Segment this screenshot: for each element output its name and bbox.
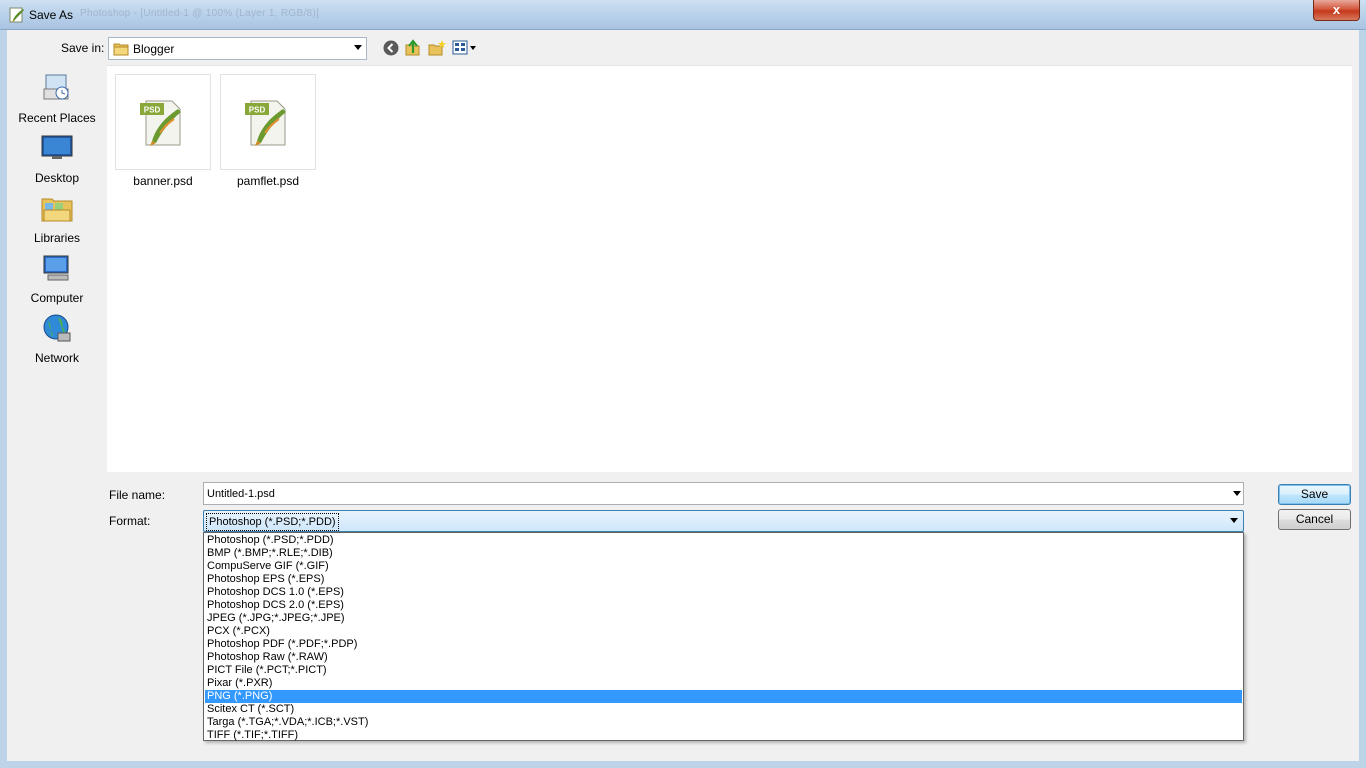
place-label: Network bbox=[34, 351, 79, 365]
format-option[interactable]: PICT File (*.PCT;*.PICT) bbox=[205, 664, 1242, 677]
format-option[interactable]: Pixar (*.PXR) bbox=[205, 677, 1242, 690]
divider bbox=[460, 742, 906, 743]
network-icon bbox=[43, 314, 71, 342]
format-selected-value: Photoshop (*.PSD;*.PDD) bbox=[206, 513, 339, 531]
file-list-view[interactable]: PSD banner.psd PSD pamflet.psd bbox=[107, 65, 1352, 472]
folder-icon bbox=[113, 43, 129, 56]
place-desktop[interactable]: Desktop bbox=[7, 133, 107, 189]
format-option[interactable]: Scitex CT (*.SCT) bbox=[205, 703, 1242, 716]
window-ghost-title: Photoshop - [Untitled-1 @ 100% (Layer 1,… bbox=[80, 8, 320, 19]
chevron-down-icon bbox=[1230, 518, 1238, 523]
format-select[interactable]: Photoshop (*.PSD;*.PDD) bbox=[203, 510, 1244, 532]
file-name: banner.psd bbox=[133, 174, 193, 188]
photoshop-app-icon bbox=[9, 7, 24, 23]
format-option[interactable]: BMP (*.BMP;*.RLE;*.DIB) bbox=[205, 547, 1242, 560]
up-folder-icon[interactable] bbox=[404, 39, 422, 57]
file-thumbnail: PSD bbox=[115, 74, 211, 170]
format-option[interactable]: Photoshop PDF (*.PDF;*.PDP) bbox=[205, 638, 1242, 651]
window-title: Save As bbox=[29, 8, 74, 22]
title-bar: Save As Photoshop - [Untitled-1 @ 100% (… bbox=[0, 0, 1366, 30]
chevron-down-icon[interactable] bbox=[1233, 491, 1241, 496]
view-menu-icon[interactable] bbox=[452, 39, 478, 57]
file-item[interactable]: PSD pamflet.psd bbox=[220, 74, 316, 194]
save-button[interactable]: Save bbox=[1278, 484, 1351, 505]
back-icon[interactable] bbox=[382, 39, 400, 57]
place-label: Computer bbox=[30, 291, 84, 305]
file-badge: PSD bbox=[144, 106, 161, 115]
format-option[interactable]: Photoshop (*.PSD;*.PDD) bbox=[205, 534, 1242, 547]
file-badge: PSD bbox=[249, 106, 266, 115]
libraries-icon bbox=[41, 198, 73, 222]
recent-places-icon bbox=[43, 74, 69, 100]
place-label: Desktop bbox=[34, 171, 80, 185]
format-option[interactable]: Targa (*.TGA;*.VDA;*.ICB;*.VST) bbox=[205, 716, 1242, 729]
format-option[interactable]: PCX (*.PCX) bbox=[205, 625, 1242, 638]
place-computer[interactable]: Computer bbox=[7, 253, 107, 309]
file-name-label: File name: bbox=[109, 488, 166, 502]
place-label: Recent Places bbox=[18, 111, 96, 125]
format-option[interactable]: TIFF (*.TIF;*.TIFF) bbox=[205, 729, 1242, 742]
cancel-button[interactable]: Cancel bbox=[1278, 509, 1351, 530]
format-option[interactable]: Photoshop EPS (*.EPS) bbox=[205, 573, 1242, 586]
save-in-label: Save in: bbox=[61, 41, 105, 55]
format-option[interactable]: Photoshop DCS 2.0 (*.EPS) bbox=[205, 599, 1242, 612]
save-in-combo[interactable]: Blogger bbox=[108, 37, 367, 60]
file-item[interactable]: PSD banner.psd bbox=[115, 74, 211, 194]
file-name: pamflet.psd bbox=[236, 174, 300, 188]
place-libraries[interactable]: Libraries bbox=[7, 193, 107, 249]
chevron-down-icon bbox=[354, 45, 362, 50]
new-folder-icon[interactable] bbox=[428, 39, 446, 57]
file-name-input[interactable] bbox=[203, 482, 1244, 505]
format-option[interactable]: JPEG (*.JPG;*.JPEG;*.JPE) bbox=[205, 612, 1242, 625]
places-bar: Recent Places Desktop Libraries Computer bbox=[7, 65, 107, 527]
save-in-value: Blogger bbox=[133, 42, 175, 56]
psd-file-icon: PSD bbox=[140, 100, 181, 146]
computer-icon bbox=[43, 255, 69, 281]
close-button[interactable]: x bbox=[1313, 0, 1360, 21]
format-option[interactable]: CompuServe GIF (*.GIF) bbox=[205, 560, 1242, 573]
format-label: Format: bbox=[109, 514, 151, 528]
place-network[interactable]: Network bbox=[7, 313, 107, 369]
desktop-icon bbox=[41, 135, 73, 159]
format-option[interactable]: PNG (*.PNG) bbox=[205, 690, 1242, 703]
format-option[interactable]: Photoshop Raw (*.RAW) bbox=[205, 651, 1242, 664]
file-thumbnail: PSD bbox=[220, 74, 316, 170]
place-recent-places[interactable]: Recent Places bbox=[7, 73, 107, 129]
psd-file-icon: PSD bbox=[245, 100, 286, 146]
place-label: Libraries bbox=[33, 231, 81, 245]
format-option[interactable]: Photoshop DCS 1.0 (*.EPS) bbox=[205, 586, 1242, 599]
format-dropdown-list[interactable]: Photoshop (*.PSD;*.PDD) BMP (*.BMP;*.RLE;… bbox=[203, 532, 1244, 741]
